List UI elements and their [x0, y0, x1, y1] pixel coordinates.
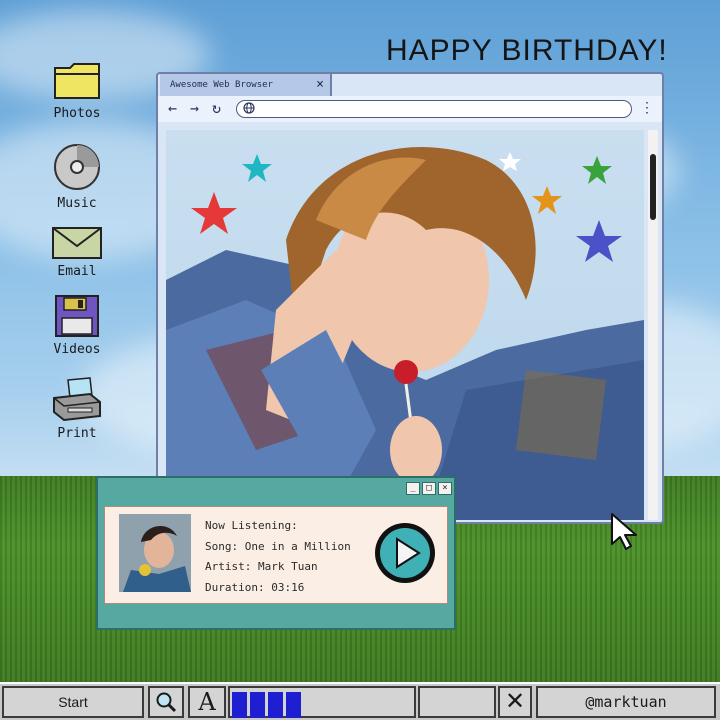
browser-scrollbar[interactable] — [648, 130, 658, 520]
duration-label: Duration: 03:16 — [205, 580, 305, 594]
star-icon — [576, 220, 622, 262]
now-playing-info: Now Listening: Song: One in a Million Ar… — [205, 516, 351, 598]
minimize-button[interactable]: _ — [406, 482, 420, 495]
album-thumbnail — [119, 514, 191, 592]
desktop-icon-label: Music — [57, 196, 97, 211]
reload-icon[interactable]: ↻ — [212, 99, 221, 117]
taskbar-empty-slot[interactable] — [418, 686, 496, 718]
printer-icon — [53, 377, 101, 422]
tab-close-icon[interactable]: × — [316, 74, 324, 96]
start-button[interactable]: Start — [2, 686, 144, 718]
progress-block — [250, 692, 265, 718]
desktop-icon-print[interactable]: Print — [37, 376, 117, 441]
desktop-icon-email[interactable]: Email — [37, 226, 117, 279]
close-icon[interactable]: ✕ — [498, 686, 532, 718]
star-icon — [532, 186, 562, 214]
desktop-icon-label: Videos — [53, 342, 101, 357]
cd-icon — [54, 144, 100, 190]
progress-block — [268, 692, 283, 718]
desktop: HAPPY BIRTHDAY! Photos Music Email Video… — [0, 0, 720, 720]
globe-icon — [243, 102, 255, 114]
maximize-button[interactable]: □ — [422, 482, 436, 495]
star-icon — [242, 154, 272, 182]
stars-overlay — [191, 152, 622, 262]
desktop-icon-label: Print — [57, 426, 97, 441]
progress-block — [286, 692, 301, 718]
desktop-icon-videos[interactable]: Videos — [37, 294, 117, 357]
mouse-cursor-icon — [611, 513, 637, 550]
star-icon — [191, 192, 237, 234]
close-button[interactable]: × — [438, 482, 452, 495]
search-button[interactable] — [148, 686, 184, 718]
progress-bar — [228, 686, 416, 718]
magnifier-icon — [156, 692, 177, 713]
desktop-icon-label: Email — [57, 264, 97, 279]
floppy-disk-icon — [55, 295, 99, 337]
song-label: Song: One in a Million — [205, 539, 351, 553]
page-title: HAPPY BIRTHDAY! — [386, 34, 668, 67]
taskbar: Start A ✕ @marktuan — [0, 682, 720, 720]
browser-menu-icon[interactable]: ⋮ — [640, 100, 654, 116]
handle-label: @marktuan — [536, 686, 716, 718]
desktop-icon-label: Photos — [53, 106, 101, 121]
font-a-icon: A — [198, 688, 216, 716]
font-button[interactable]: A — [188, 686, 226, 718]
scrollbar-thumb[interactable] — [650, 154, 656, 220]
browser-tab-title: Awesome Web Browser — [170, 80, 273, 90]
envelope-icon — [52, 227, 102, 259]
star-icon — [499, 152, 521, 171]
browser-tab[interactable]: Awesome Web Browser × — [160, 74, 332, 96]
desktop-icon-photos[interactable]: Photos — [37, 60, 117, 121]
forward-arrow-icon[interactable]: → — [190, 99, 199, 117]
play-icon[interactable] — [373, 521, 437, 585]
now-listening-label: Now Listening: — [205, 519, 298, 532]
browser-window: Awesome Web Browser × ← → ↻ ⋮ — [156, 72, 664, 524]
back-arrow-icon[interactable]: ← — [168, 99, 177, 117]
browser-photo — [166, 130, 644, 520]
progress-block — [232, 692, 247, 718]
folder-icon — [54, 63, 100, 99]
artist-label: Artist: Mark Tuan — [205, 560, 318, 573]
desktop-icon-music[interactable]: Music — [37, 142, 117, 211]
music-player-window: _ □ × Now Listening: Song: One in a Mill… — [96, 476, 456, 630]
star-icon — [582, 156, 612, 184]
browser-nav-bar: ← → ↻ ⋮ — [158, 96, 662, 122]
player-body: Now Listening: Song: One in a Million Ar… — [104, 506, 448, 604]
url-bar[interactable] — [236, 100, 632, 118]
